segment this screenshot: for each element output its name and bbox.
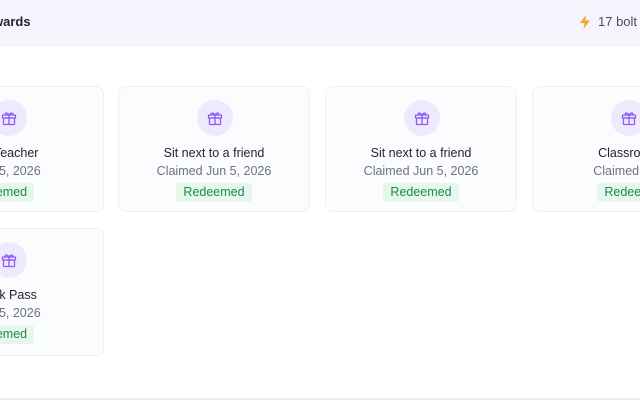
reward-title: ith Teacher — [0, 146, 39, 160]
reward-claimed-date: Jun 5, 2026 — [0, 306, 41, 320]
bolt-count: 17 bolt — [598, 14, 638, 29]
page-header: wards 17 bolt — [0, 0, 640, 46]
reward-title: Classroom — [598, 146, 640, 160]
reward-title: work Pass — [0, 288, 37, 302]
reward-title: Sit next to a friend — [370, 146, 472, 160]
reward-claimed-date: Claimed Jun 5, 2026 — [156, 164, 272, 178]
reward-card[interactable]: work Pass Jun 5, 2026 eemed — [0, 228, 104, 356]
reward-card[interactable]: ith Teacher Jun 5, 2026 eemed — [0, 86, 104, 212]
reward-claimed-date: Claimed Jun 5, 2026 — [363, 164, 479, 178]
status-badge: eemed — [0, 325, 35, 344]
status-badge: eemed — [0, 183, 35, 202]
lightning-bolt-icon — [580, 14, 590, 29]
status-badge: Redeemed — [176, 183, 252, 202]
reward-card[interactable]: Sit next to a friend Claimed Jun 5, 2026… — [118, 86, 310, 212]
gift-icon — [0, 100, 27, 136]
reward-card[interactable]: Sit next to a friend Claimed Jun 5, 2026… — [325, 86, 517, 212]
rewards-page: wards 17 bolt ith Teacher Jun 5, 2026 ee… — [0, 0, 640, 400]
gift-icon — [0, 242, 27, 278]
gift-icon — [611, 100, 640, 136]
status-badge: Redeem — [597, 183, 640, 202]
status-badge: Redeemed — [383, 183, 459, 202]
reward-title: Sit next to a friend — [163, 146, 265, 160]
reward-card[interactable]: Classroom Claimed Jun Redeem — [532, 86, 640, 212]
gift-icon — [197, 100, 233, 136]
reward-claimed-date: Claimed Jun — [593, 164, 640, 178]
reward-claimed-date: Jun 5, 2026 — [0, 164, 41, 178]
page-title: wards — [0, 14, 31, 29]
gift-icon — [404, 100, 440, 136]
bolt-balance: 17 bolt — [580, 14, 637, 29]
